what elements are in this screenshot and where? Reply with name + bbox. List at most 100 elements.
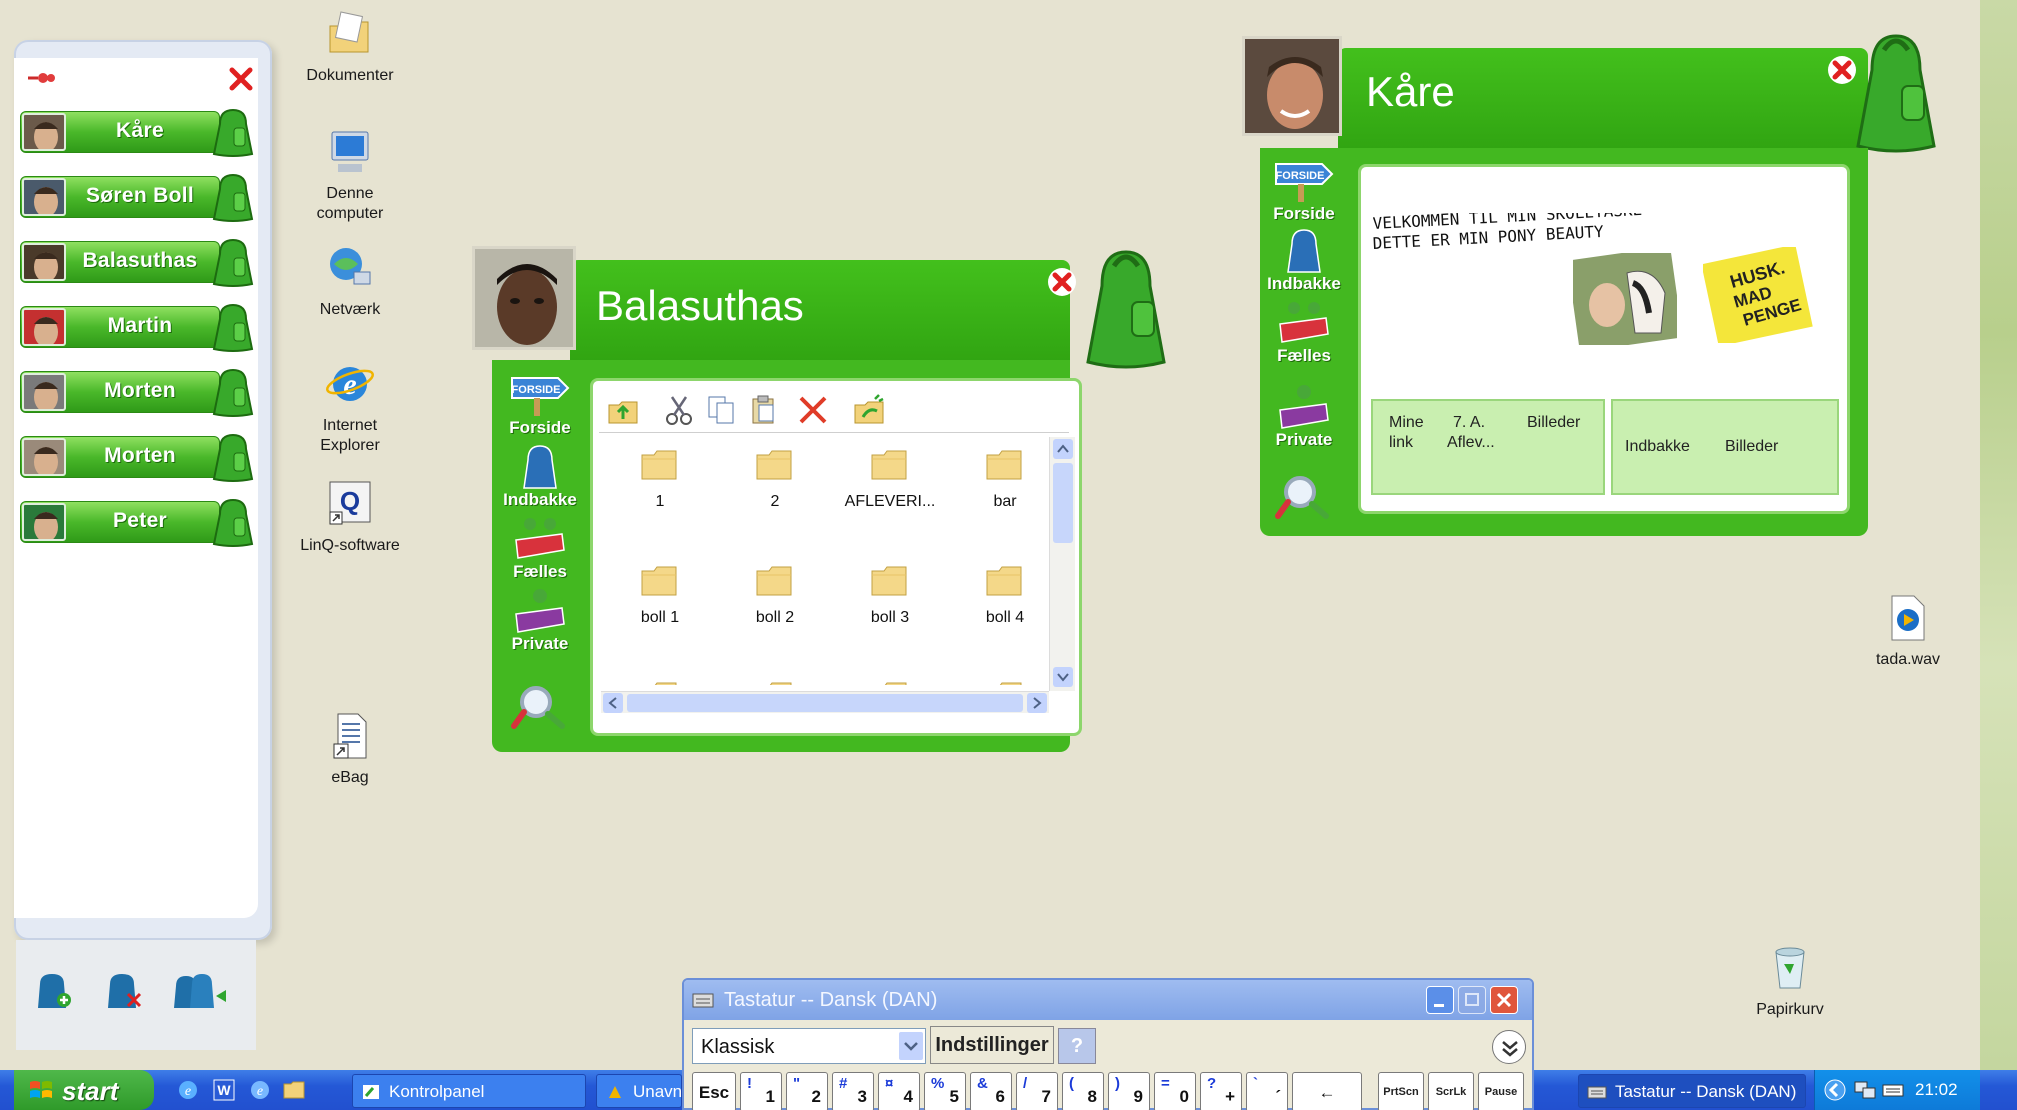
- keyboard-layout-select[interactable]: Klassisk: [692, 1028, 926, 1064]
- buddy-item[interactable]: Balasuthas: [20, 234, 254, 288]
- folder-item[interactable]: 2: [720, 445, 830, 511]
- word-quicklaunch-icon[interactable]: W: [212, 1078, 236, 1102]
- desktop-icon-my-computer[interactable]: Denne computer: [290, 126, 410, 224]
- folder-item[interactable]: AFLEVERI...: [835, 445, 945, 511]
- chevron-down-icon[interactable]: [899, 1032, 923, 1060]
- browser-quicklaunch-icon[interactable]: e: [248, 1078, 272, 1102]
- settings-button[interactable]: Indstillinger: [930, 1026, 1054, 1064]
- folder-item[interactable]: bar: [950, 445, 1049, 511]
- new-folder-icon[interactable]: [851, 393, 887, 427]
- scroll-thumb[interactable]: [627, 694, 1023, 712]
- clock[interactable]: 21:02: [1915, 1080, 1958, 1100]
- buddy-item[interactable]: Morten: [20, 429, 254, 483]
- bag-group-icon[interactable]: [170, 970, 230, 1012]
- horizontal-scrollbar[interactable]: [601, 691, 1049, 713]
- tab-label[interactable]: Billeder: [1725, 437, 1778, 457]
- nav-indbakke[interactable]: Indbakke: [1262, 226, 1346, 294]
- tab-label[interactable]: Billeder: [1527, 413, 1580, 433]
- minimize-button[interactable]: [1426, 986, 1454, 1014]
- help-button[interactable]: ?: [1058, 1028, 1096, 1064]
- keyboard-tray-icon[interactable]: [1881, 1078, 1905, 1102]
- shortcut-tab-right[interactable]: Indbakke Billeder: [1611, 399, 1839, 495]
- nav-forside[interactable]: FORSIDE Forside: [1262, 156, 1346, 224]
- start-button[interactable]: start: [14, 1070, 154, 1110]
- backpack-icon[interactable]: [210, 301, 256, 353]
- nav-faelles[interactable]: Fælles: [498, 514, 582, 582]
- desktop-icon-ebag[interactable]: eBag: [290, 710, 410, 788]
- desktop-icon-recycle-bin[interactable]: Papirkurv: [1730, 942, 1850, 1020]
- tab-label[interactable]: Indbakke: [1625, 437, 1690, 457]
- scroll-down-icon[interactable]: [1053, 667, 1073, 687]
- taskbar-item-kontrolpanel[interactable]: Kontrolpanel: [352, 1074, 586, 1108]
- close-button[interactable]: [1490, 986, 1518, 1014]
- buddy-item[interactable]: Kåre: [20, 104, 254, 158]
- nav-search[interactable]: [498, 682, 582, 730]
- desktop-icon-tada[interactable]: tada.wav: [1848, 592, 1968, 670]
- folder-item[interactable]: boll 3: [835, 561, 945, 627]
- desktop-icon-documents[interactable]: Dokumenter: [290, 8, 410, 86]
- folder-item[interactable]: [950, 677, 1049, 685]
- folder-item[interactable]: boll 2: [720, 561, 830, 627]
- key[interactable]: ¤ 4: [878, 1072, 920, 1110]
- buddy-item[interactable]: Morten: [20, 364, 254, 418]
- key[interactable]: & 6: [970, 1072, 1012, 1110]
- taskbar-item-tastatur[interactable]: Tastatur -- Dansk (DAN): [1578, 1074, 1806, 1108]
- buddy-item[interactable]: Søren Boll: [20, 169, 254, 223]
- key[interactable]: ScrLk: [1428, 1072, 1474, 1110]
- key[interactable]: " 2: [786, 1072, 828, 1110]
- key[interactable]: Pause: [1478, 1072, 1524, 1110]
- key[interactable]: ` ´: [1246, 1072, 1288, 1110]
- folder-item[interactable]: 1: [605, 445, 715, 511]
- folder-item[interactable]: [720, 677, 830, 685]
- shortcut-tab-left[interactable]: Mine link 7. A. Aflev... Billeder: [1371, 399, 1605, 495]
- buddy-item[interactable]: Martin: [20, 299, 254, 353]
- backpack-icon[interactable]: [210, 366, 256, 418]
- folder-item[interactable]: [605, 677, 715, 685]
- tray-expand-icon[interactable]: [1823, 1078, 1847, 1102]
- scroll-left-icon[interactable]: [603, 693, 623, 713]
- tab-label[interactable]: Aflev...: [1447, 433, 1495, 453]
- nav-forside[interactable]: FORSIDE Forside: [498, 370, 582, 438]
- tab-label[interactable]: Mine: [1389, 413, 1424, 433]
- close-icon[interactable]: [1046, 266, 1078, 298]
- buddy-item[interactable]: Peter: [20, 494, 254, 548]
- delete-icon[interactable]: [795, 393, 831, 427]
- tab-label[interactable]: 7. A.: [1453, 413, 1485, 433]
- folder-item[interactable]: boll 4: [950, 561, 1049, 627]
- window-titlebar[interactable]: Tastatur -- Dansk (DAN): [684, 980, 1532, 1020]
- key[interactable]: ? +: [1200, 1072, 1242, 1110]
- taskbar-item-unavn[interactable]: Unavn: [596, 1074, 682, 1108]
- key[interactable]: ! 1: [740, 1072, 782, 1110]
- key[interactable]: Esc: [692, 1072, 736, 1110]
- desktop-icon-linq[interactable]: Q LinQ-software: [290, 478, 410, 556]
- key[interactable]: ) 9: [1108, 1072, 1150, 1110]
- nav-private[interactable]: Private: [1262, 382, 1346, 450]
- key[interactable]: #3: [832, 1072, 874, 1110]
- add-bag-icon[interactable]: [30, 970, 74, 1012]
- backpack-icon[interactable]: [1850, 30, 1942, 156]
- network-tray-icon[interactable]: [1853, 1078, 1877, 1102]
- backpack-icon[interactable]: [210, 431, 256, 483]
- cut-icon[interactable]: [661, 393, 697, 427]
- backpack-icon[interactable]: [210, 496, 256, 548]
- key[interactable]: /7: [1016, 1072, 1058, 1110]
- key[interactable]: = 0: [1154, 1072, 1196, 1110]
- key[interactable]: ←: [1292, 1072, 1362, 1110]
- maximize-button[interactable]: [1458, 986, 1486, 1014]
- scroll-up-icon[interactable]: [1053, 439, 1073, 459]
- key[interactable]: PrtScn: [1378, 1072, 1424, 1110]
- backpack-icon[interactable]: [210, 171, 256, 223]
- key[interactable]: (8: [1062, 1072, 1104, 1110]
- copy-icon[interactable]: [703, 393, 739, 427]
- desktop-icon-network[interactable]: Netværk: [290, 242, 410, 320]
- paste-icon[interactable]: [745, 393, 781, 427]
- up-folder-icon[interactable]: [605, 393, 641, 427]
- folder-item[interactable]: boll 1: [605, 561, 715, 627]
- nav-faelles[interactable]: Fælles: [1262, 298, 1346, 366]
- nav-search[interactable]: [1262, 472, 1346, 520]
- pin-icon[interactable]: [26, 68, 56, 88]
- expand-button[interactable]: [1492, 1030, 1526, 1064]
- ie-quicklaunch-icon[interactable]: e: [176, 1078, 200, 1102]
- backpack-icon[interactable]: [210, 236, 256, 288]
- nav-private[interactable]: Private: [498, 586, 582, 654]
